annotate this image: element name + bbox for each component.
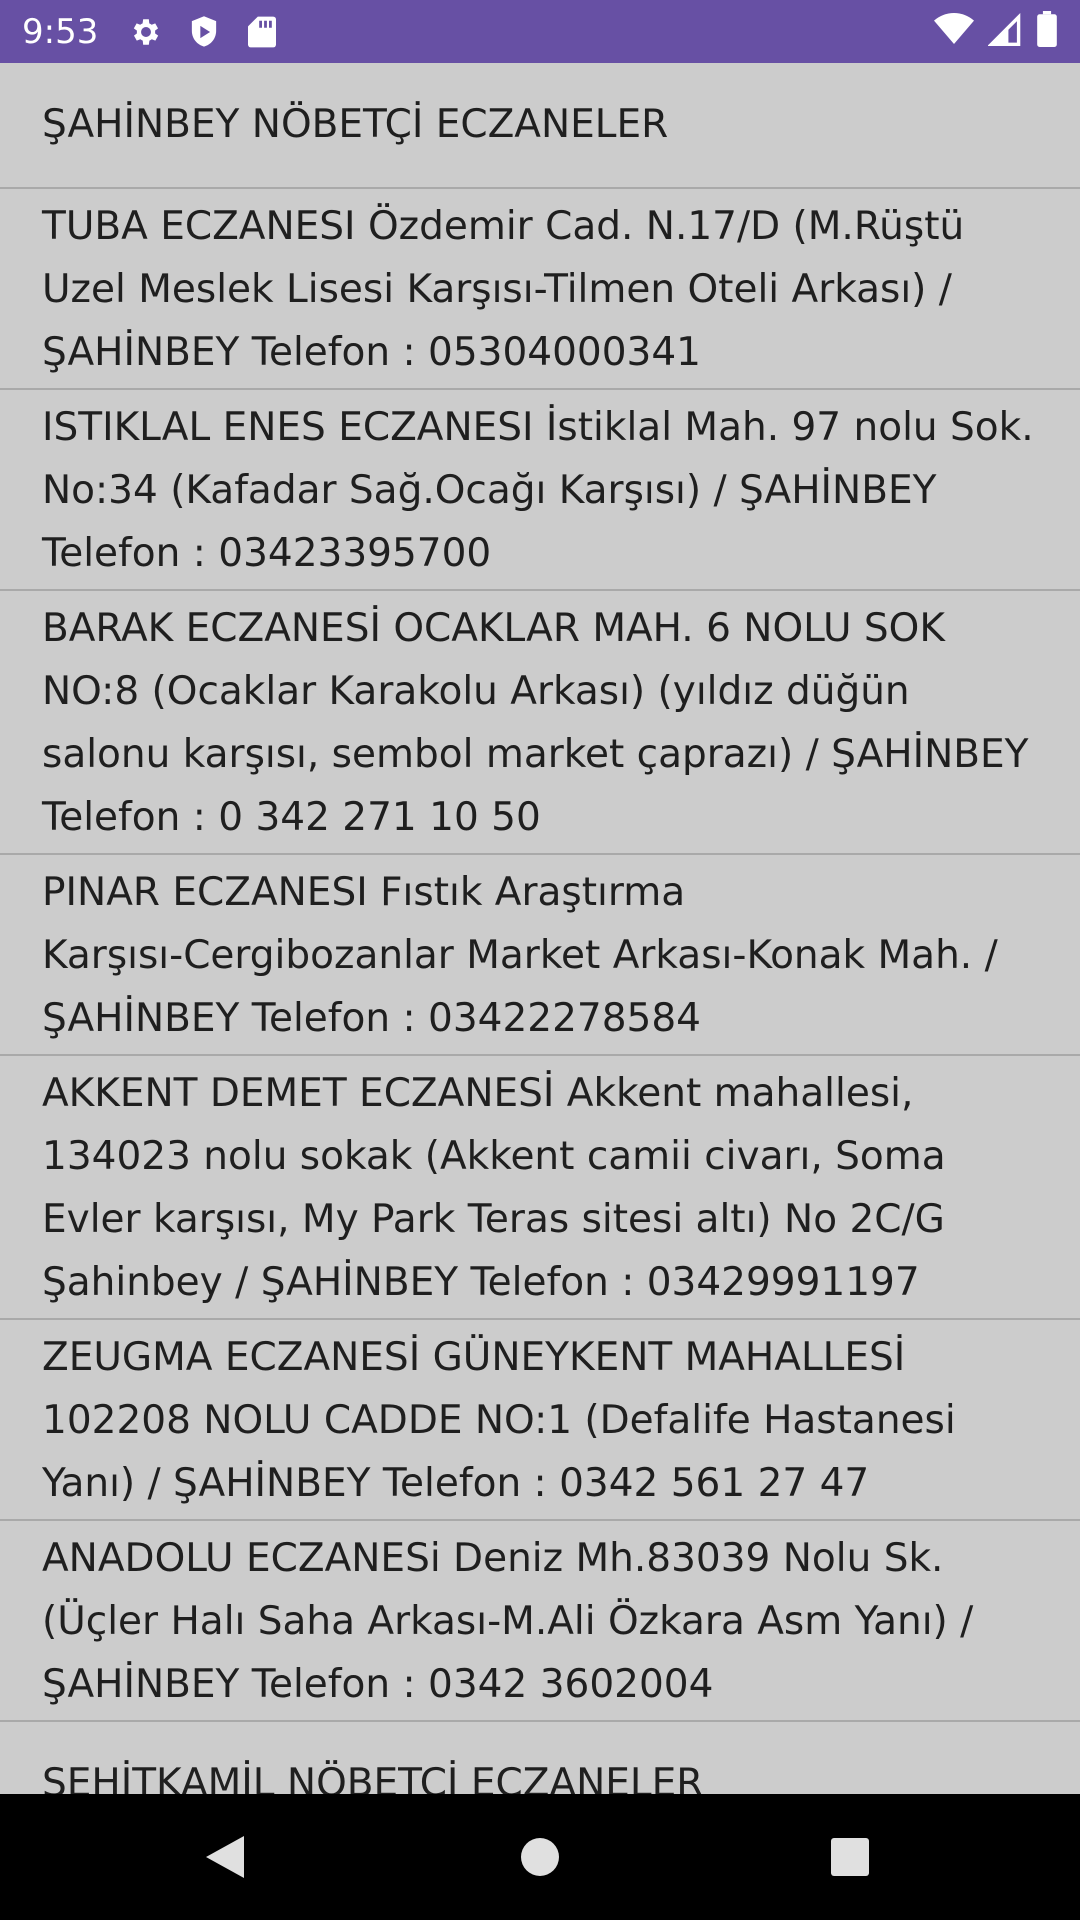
pharmacy-list-item[interactable]: ANADOLU ECZANESi Deniz Mh.83039 Nolu Sk.…: [0, 1521, 1080, 1722]
pharmacy-item-text-line: No:34 (Kafadar Sağ.Ocağı Karşısı) / ŞAHİ…: [42, 468, 937, 513]
pharmacy-item-text-line: ŞAHİNBEY Telefon : 05304000341: [42, 330, 701, 375]
pharmacy-item-text-line: Telefon : 0 342 271 10 50: [42, 795, 541, 840]
pharmacy-item-text-line: 134023 nolu sokak (Akkent camii civarı, …: [42, 1134, 946, 1179]
status-right: [934, 11, 1058, 52]
pharmacy-item-text-line: ŞAHİNBEY Telefon : 0342 3602004: [42, 1662, 714, 1707]
gear-icon: [128, 14, 164, 50]
status-bar: 9:53: [0, 0, 1080, 63]
pharmacy-item-text-line: 102208 NOLU CADDE NO:1 (Defalife Hastane…: [42, 1398, 956, 1443]
pharmacy-item-text-line: Evler karşısı, My Park Teras sitesi altı…: [42, 1197, 945, 1242]
pharmacy-list-item[interactable]: AKKENT DEMET ECZANESİ Akkent mahallesi, 1…: [0, 1056, 1080, 1320]
pharmacy-item-text-line: Şahinbey / ŞAHİNBEY Telefon : 0342999119…: [42, 1260, 920, 1305]
wifi-icon: [934, 12, 974, 51]
screen: 9:53 ŞAHİNBEY NÖBETÇİ ECZANELER TUBA ECZA…: [0, 0, 1080, 1920]
pharmacy-list-item[interactable]: PINAR ECZANESI Fıstık Araştırma Karşısı-C…: [0, 855, 1080, 1056]
pharmacy-list-item[interactable]: BARAK ECZANESİ OCAKLAR MAH. 6 NOLU SOK NO…: [0, 591, 1080, 855]
section-header[interactable]: ŞAHİNBEY NÖBETÇİ ECZANELER: [0, 63, 1080, 189]
pharmacy-item-text-line: salonu karşısı, sembol market çaprazı) /…: [42, 732, 1029, 777]
section-header-label: ŞAHİNBEY NÖBETÇİ ECZANELER: [42, 102, 669, 147]
signal-icon: [987, 12, 1022, 51]
battery-icon: [1036, 11, 1058, 52]
back-icon[interactable]: [200, 1832, 250, 1882]
pharmacy-item-text-line: (Üçler Halı Saha Arkası-M.Ali Özkara Asm…: [42, 1599, 974, 1644]
home-icon[interactable]: [515, 1832, 565, 1882]
pharmacy-item-text-line: Yanı) / ŞAHİNBEY Telefon : 0342 561 27 4…: [42, 1461, 870, 1506]
pharmacy-item-text-line: ANADOLU ECZANESi Deniz Mh.83039 Nolu Sk.: [42, 1536, 944, 1581]
pharmacy-list-item[interactable]: ISTIKLAL ENES ECZANESI İstiklal Mah. 97 …: [0, 390, 1080, 591]
pharmacy-item-text-line: BARAK ECZANESİ OCAKLAR MAH. 6 NOLU SOK: [42, 606, 945, 651]
pharmacy-list[interactable]: ŞAHİNBEY NÖBETÇİ ECZANELER TUBA ECZANESI …: [0, 63, 1080, 1794]
pharmacy-item-text-line: PINAR ECZANESI Fıstık Araştırma: [42, 870, 686, 915]
pharmacy-item-text-line: ŞAHİNBEY Telefon : 03422278584: [42, 996, 701, 1041]
recents-icon[interactable]: [825, 1832, 875, 1882]
pharmacy-list-item[interactable]: ZEUGMA ECZANESİ GÜNEYKENT MAHALLESİ 10220…: [0, 1320, 1080, 1521]
pharmacy-item-text-line: ZEUGMA ECZANESİ GÜNEYKENT MAHALLESİ: [42, 1335, 906, 1380]
sd-card-icon: [244, 14, 280, 50]
pharmacy-item-text-line: TUBA ECZANESI Özdemir Cad. N.17/D (M.Rüş…: [42, 204, 965, 249]
pharmacy-list-item[interactable]: TUBA ECZANESI Özdemir Cad. N.17/D (M.Rüş…: [0, 189, 1080, 390]
section-header[interactable]: ŞEHİTKAMİL NÖBETÇİ ECZANELER: [0, 1722, 1080, 1794]
shield-icon: [186, 14, 222, 50]
navigation-bar: [0, 1794, 1080, 1920]
pharmacy-item-text-line: AKKENT DEMET ECZANESİ Akkent mahallesi,: [42, 1071, 914, 1116]
status-time: 9:53: [22, 11, 99, 52]
pharmacy-item-text-line: NO:8 (Ocaklar Karakolu Arkası) (yıldız d…: [42, 669, 910, 714]
pharmacy-item-text-line: Uzel Meslek Lisesi Karşısı-Tilmen Oteli …: [42, 267, 952, 312]
pharmacy-item-text-line: Karşısı-Cergibozanlar Market Arkası-Kona…: [42, 933, 998, 978]
section-header-label: ŞEHİTKAMİL NÖBETÇİ ECZANELER: [42, 1761, 704, 1794]
pharmacy-item-text-line: Telefon : 03423395700: [42, 531, 492, 576]
pharmacy-item-text-line: ISTIKLAL ENES ECZANESI İstiklal Mah. 97 …: [42, 405, 1034, 450]
